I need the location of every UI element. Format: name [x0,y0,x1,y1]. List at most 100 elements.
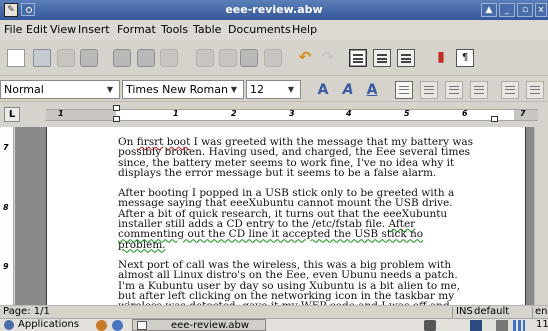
text-run: Next port of call was the wireless, this… [118,258,461,305]
align-right-button[interactable] [445,81,463,99]
menu-insert[interactable]: Insert [78,23,110,36]
ruler-number: 7 [520,109,526,118]
document-paragraph[interactable]: Next port of call was the wireless, this… [118,260,474,305]
ruler-number: 3 [289,109,295,118]
menu-edit[interactable]: Edit [26,23,47,36]
volume-icon[interactable] [496,320,508,331]
document-text[interactable]: On firsrt boot I was greeted with the me… [118,137,474,305]
insert-chart-icon[interactable]: ▮ [432,49,450,67]
font-size-select[interactable]: 12 ▼ [246,80,301,99]
font-value: Times New Roman [126,83,228,96]
ruler-number: 6 [462,109,468,118]
standard-toolbar: ↶ ↷ ▮ ¶ [0,40,548,76]
ruler-number: 2 [231,109,237,118]
chevron-down-icon: ▼ [106,85,114,94]
ruler-number: 7 [3,143,9,152]
status-divider [532,307,533,318]
align-left-button[interactable] [395,81,413,99]
window-title: eee-review.abw [225,3,323,16]
wireless-signal-icon[interactable] [513,320,525,331]
export-icon[interactable] [160,49,178,67]
print-icon[interactable] [113,49,131,67]
numbered-list-button[interactable] [501,81,519,99]
style-select[interactable]: Normal ▼ [0,80,120,99]
page-indicator: Page: 1/1 [3,306,50,317]
undo-icon[interactable]: ↶ [296,49,314,67]
ruler-number: 8 [3,203,9,212]
minimize-button[interactable]: _ [499,3,515,17]
bold-button[interactable]: A [314,81,332,99]
print-preview-icon[interactable] [137,49,155,67]
menu-tools[interactable]: Tools [161,23,188,36]
battery-icon[interactable] [424,320,436,331]
left-margin-area [46,110,116,120]
vertical-scrollbar[interactable] [534,127,548,305]
document-area[interactable]: On firsrt boot I was greeted with the me… [15,127,534,305]
menu-documents[interactable]: Documents [228,23,291,36]
ruler-row: L 1 1 2 3 4 5 6 7 [0,103,548,126]
right-margin-area [514,110,538,120]
current-style: default [474,306,510,317]
workspace-switcher-icon[interactable] [470,320,482,331]
chevron-down-icon: ▼ [287,85,295,94]
clock: 11 [536,319,548,330]
paste-icon[interactable] [240,49,258,67]
ruler-number: 5 [404,109,410,118]
cut-icon[interactable] [196,49,214,67]
show-paragraph-marks-icon[interactable]: ¶ [456,49,474,67]
menu-format[interactable]: Format [117,23,156,36]
menu-help[interactable]: Help [292,23,317,36]
maximize-button[interactable]: ▫ [517,3,533,17]
vertical-ruler[interactable]: 7 8 9 [0,127,14,305]
underline-button[interactable]: A [363,81,381,99]
align-justify-button[interactable] [470,81,488,99]
layout-table-icon[interactable] [397,49,415,67]
align-center-button[interactable] [420,81,438,99]
save-as-icon[interactable] [80,49,98,67]
italic-button[interactable]: A [339,81,357,99]
applications-icon[interactable] [4,320,14,330]
document-icon [137,321,147,330]
new-document-icon[interactable] [7,49,25,67]
document-paragraph[interactable]: On firsrt boot I was greeted with the me… [118,137,474,178]
title-bar: ✎ eee-review.abw ▲ _ ▫ x [0,0,548,20]
format-toolbar: Normal ▼ Times New Roman ▼ 12 ▼ A A A [0,77,548,102]
ruler-number: 1 [58,109,64,118]
copy-icon[interactable] [219,49,237,67]
status-bar: Page: 1/1 INS default en [0,305,548,318]
bullet-list-button[interactable] [526,81,544,99]
first-line-indent-handle[interactable] [113,105,120,111]
tab-stop-selector[interactable]: L [4,107,20,122]
taskbar-button[interactable]: eee-review.abw [132,319,266,331]
chevron-down-icon: ▼ [230,85,238,94]
menu-bar: File Edit View Insert Format Tools Table… [0,20,548,40]
font-select[interactable]: Times New Roman ▼ [122,80,244,99]
layout-normal-icon[interactable] [349,49,367,67]
font-size-value: 12 [250,83,264,96]
ruler-number: 4 [346,109,352,118]
applications-menu[interactable]: Applications [18,319,79,330]
close-button[interactable]: x [535,3,547,17]
language-indicator: en [535,306,548,317]
menu-file[interactable]: File [4,23,22,36]
menu-table[interactable]: Table [193,23,221,36]
style-value: Normal [4,83,44,96]
redo-icon[interactable]: ↷ [319,49,337,67]
left-indent-handle[interactable] [113,116,120,122]
shade-icon[interactable]: ▲ [481,3,497,17]
format-painter-icon[interactable] [264,49,282,67]
ruler-number: 9 [3,262,9,271]
layout-two-column-icon[interactable] [373,49,391,67]
document-paragraph[interactable]: After booting I popped in a USB stick on… [118,188,474,250]
taskbar-label: eee-review.abw [171,320,250,331]
document-page[interactable]: On firsrt boot I was greeted with the me… [46,127,526,305]
help-icon[interactable] [112,320,123,331]
right-indent-handle[interactable] [491,116,498,122]
status-divider [452,307,453,318]
menu-view[interactable]: View [50,23,76,36]
desktop-panel: Applications eee-review.abw 11 [0,318,548,331]
firefox-icon[interactable] [96,320,107,331]
open-folder-icon[interactable] [33,49,51,67]
save-icon[interactable] [57,49,75,67]
horizontal-ruler[interactable]: 1 1 2 3 4 5 6 7 [46,105,538,122]
